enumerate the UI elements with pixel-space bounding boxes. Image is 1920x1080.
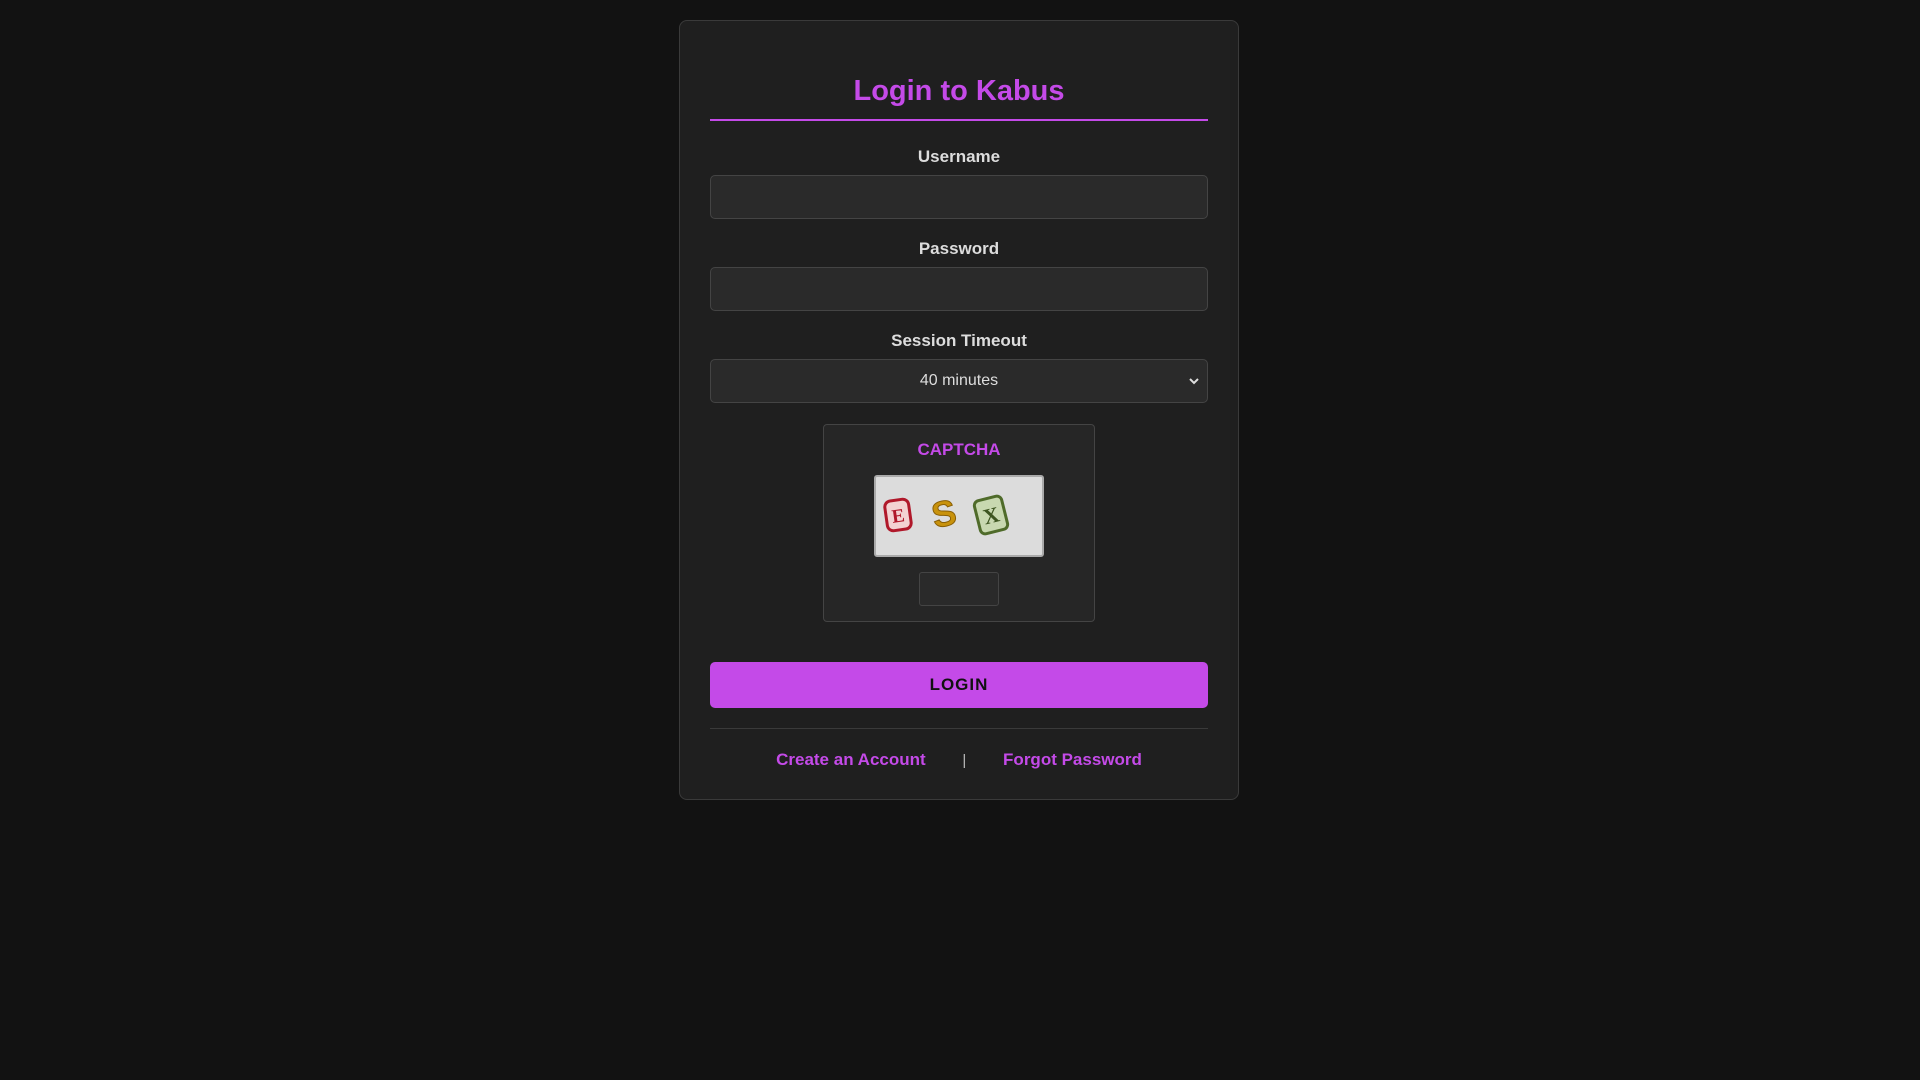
page-title: Login to Kabus	[710, 73, 1208, 121]
username-label: Username	[917, 147, 1001, 166]
divider	[710, 728, 1208, 729]
session-timeout-label: Session Timeout	[891, 331, 1027, 350]
captcha-image: E S X	[874, 475, 1044, 557]
links-separator: |	[962, 752, 967, 769]
captcha-input[interactable]	[919, 572, 999, 606]
session-timeout-value: 40 minutes	[919, 372, 999, 389]
forgot-password-link[interactable]: Forgot Password	[1003, 750, 1142, 769]
chevron-down-icon	[1187, 360, 1201, 402]
login-button[interactable]: LOGIN	[710, 662, 1208, 708]
captcha-title: CAPTCHA	[917, 440, 1001, 459]
footer-links: Create an Account | Forgot Password	[710, 750, 1208, 771]
create-account-link[interactable]: Create an Account	[776, 750, 926, 769]
session-timeout-select[interactable]: 40 minutes	[710, 359, 1208, 403]
captcha-char-2: S	[928, 491, 960, 536]
password-label: Password	[918, 239, 1000, 258]
username-input[interactable]	[710, 175, 1208, 219]
login-card: Login to Kabus Username Password Session…	[679, 20, 1239, 800]
captcha-box: CAPTCHA E S X	[823, 424, 1095, 622]
password-input[interactable]	[710, 267, 1208, 311]
